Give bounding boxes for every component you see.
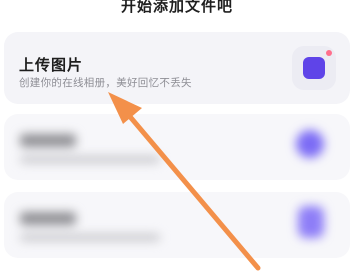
image-dot-shape [326,50,332,56]
page-title: 开始添加文件吧 [120,0,233,15]
blurred-option-icon [298,206,324,238]
image-upload-icon [292,46,336,90]
blurred-title [20,134,76,147]
blurred-option-card[interactable] [4,192,350,258]
upload-image-card[interactable]: 上传图片 创建你的在线相册，美好回忆不丢失 [4,32,350,104]
blurred-subtitle [20,156,160,163]
blurred-title [20,212,76,225]
image-tile-shape [303,57,325,79]
upload-image-title: 上传图片 [19,56,84,74]
add-files-screen: 开始添加文件吧 上传图片 创建你的在线相册，美好回忆不丢失 [0,0,354,273]
blurred-option-icon [296,130,324,158]
upload-image-subtitle: 创建你的在线相册，美好回忆不丢失 [19,77,192,89]
blurred-option-card[interactable] [4,114,350,180]
blurred-subtitle [20,234,160,241]
